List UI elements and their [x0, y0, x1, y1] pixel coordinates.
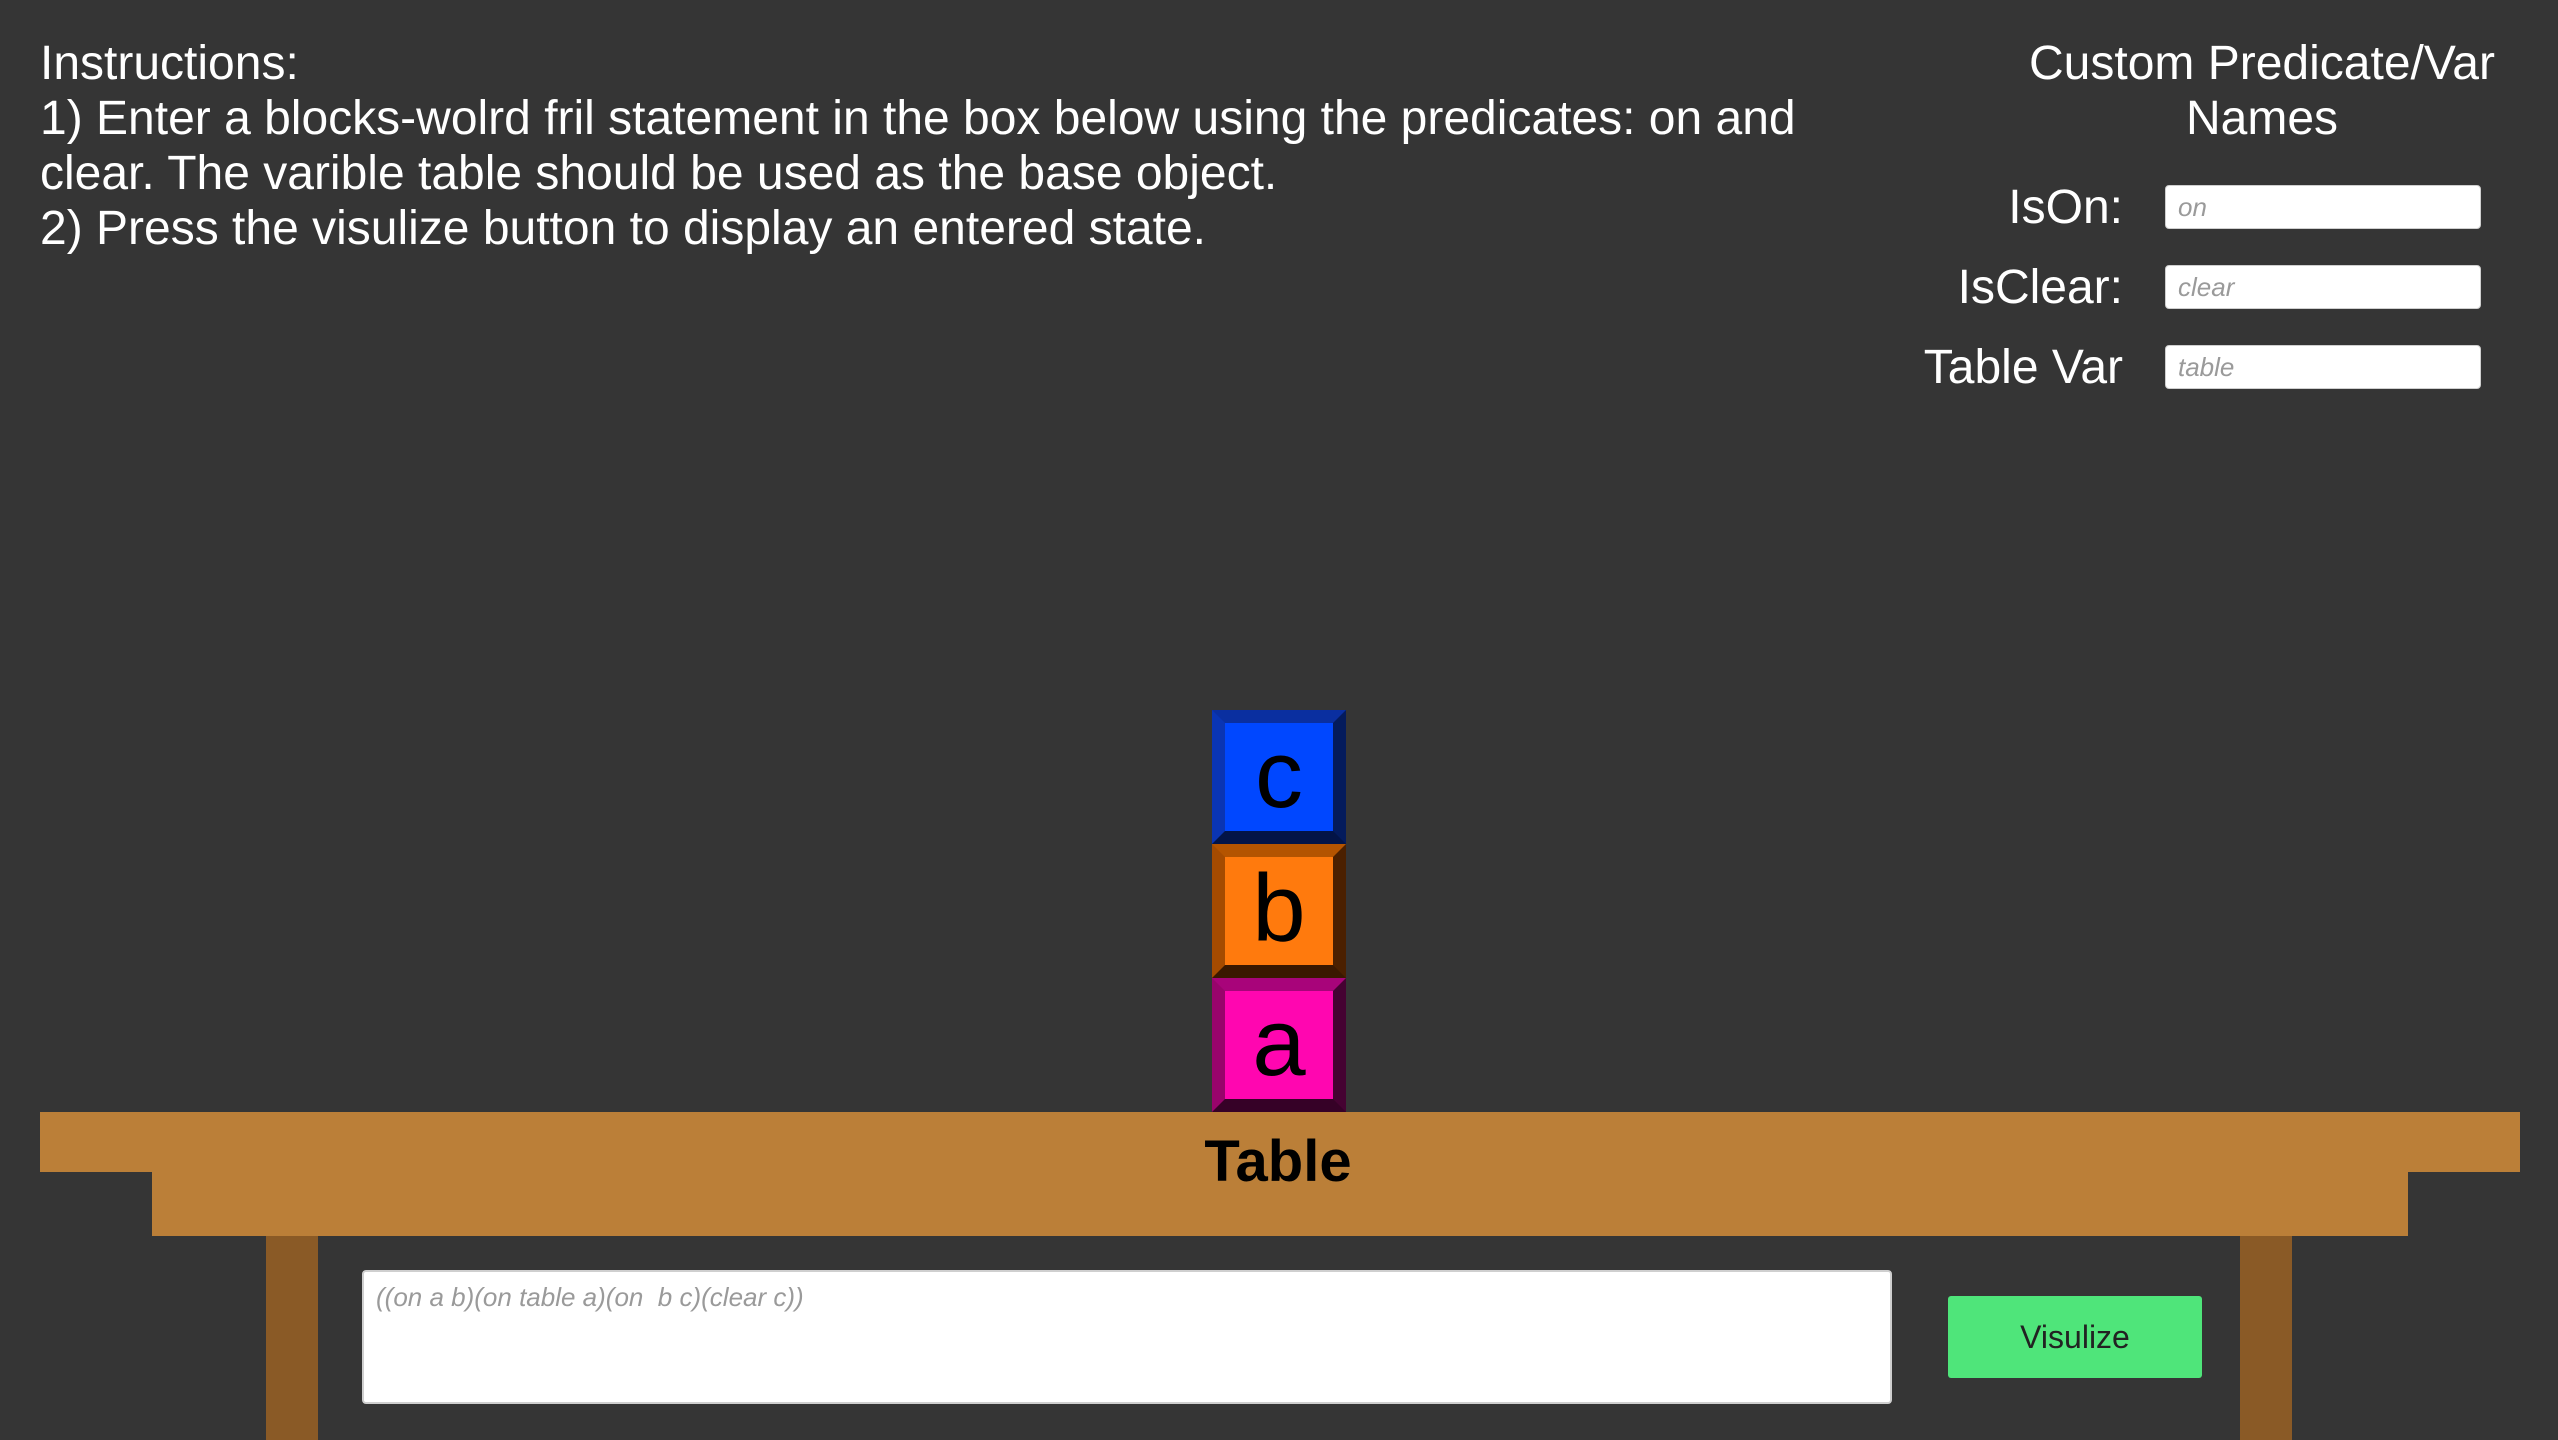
block-c: c — [1212, 710, 1346, 844]
statement-input[interactable] — [362, 1270, 1892, 1404]
custom-panel-title: Custom Predicate/Var Names — [2029, 37, 2495, 145]
isclear-field-row: IsClear: — [1900, 258, 2483, 318]
ison-label: IsOn: — [2008, 181, 2123, 234]
table-var-field-row: Table Var — [1900, 338, 2483, 398]
instructions-heading: Instructions: — [40, 37, 299, 90]
block-a: a — [1212, 978, 1346, 1112]
block-c-letter: c — [1255, 721, 1303, 828]
table-label: Table — [1204, 1129, 1352, 1194]
isclear-label: IsClear: — [1957, 261, 2123, 314]
table-var-input[interactable] — [2165, 345, 2481, 389]
table-var-label: Table Var — [1923, 341, 2123, 394]
isclear-input[interactable] — [2165, 265, 2481, 309]
block-a-letter: a — [1252, 989, 1306, 1096]
visualize-button[interactable]: Visulize — [1948, 1296, 2202, 1378]
block-b-letter: b — [1252, 855, 1306, 962]
ison-field-row: IsOn: — [1900, 178, 2483, 238]
block-b: b — [1212, 844, 1346, 978]
table-leg-right — [2240, 1236, 2292, 1440]
table-leg-left — [266, 1236, 318, 1440]
instructions-step-2: 2) Press the visulize button to display … — [40, 202, 1206, 255]
ison-input[interactable] — [2165, 185, 2481, 229]
instructions-step-1: 1) Enter a blocks-wolrd fril statement i… — [40, 92, 1796, 200]
instructions: Instructions: 1) Enter a blocks-wolrd fr… — [40, 36, 1840, 256]
